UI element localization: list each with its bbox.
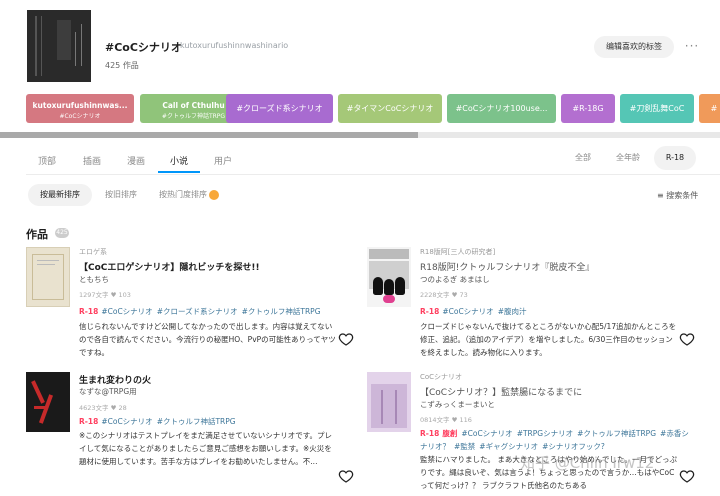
novel-stats: 1297文字 ♥ 103 [79, 291, 131, 299]
novel-tag[interactable]: #腹肉汁 [498, 307, 527, 316]
novel-tag[interactable]: #CoCシナリオ [101, 417, 152, 426]
novel-title[interactable]: 【CoCシナリオ？】監禁腸になるまでに [420, 385, 582, 398]
novel-tag[interactable]: #TRPGシナリオ [517, 429, 573, 438]
novel-stats: 0814文字 ♥ 116 [420, 416, 472, 424]
age-filter-r18[interactable]: R-18 [654, 146, 696, 170]
tag-thumbnail [27, 10, 91, 82]
novel-title[interactable]: R18版阿!クトゥルフシナリオ『脱皮不全』 [420, 260, 594, 273]
works-count: 425 作品 [105, 61, 139, 70]
tag-chip[interactable]: kutoxurufushinnwas... #CoCシナリオ [26, 94, 134, 123]
novel-tag[interactable]: #クトゥルフ神話TRPG [577, 429, 656, 438]
premium-icon [209, 189, 219, 200]
novel-series[interactable]: R18版阿[三人の研究者] [420, 247, 495, 257]
tag-chip[interactable]: #クローズド系シナリオ [226, 94, 333, 123]
novel-title[interactable]: 生まれ変わりの火 [79, 373, 151, 386]
sort-popular-label: 按热门度排序 [159, 190, 207, 199]
novel-tag[interactable]: #シナリオフック? [542, 442, 605, 451]
novel-series[interactable]: エロゲ系 [79, 247, 107, 257]
novel-tag[interactable]: #ギャグシナリオ [479, 442, 538, 451]
age-filter-all-ages[interactable]: 全年龄 [608, 146, 648, 170]
novel-author[interactable]: こずみっくまーまいと [420, 399, 495, 410]
works-section-title: 作品 [26, 228, 48, 241]
tag-chip[interactable]: #タイマンCoCシナリオ [338, 94, 442, 123]
like-heart-icon[interactable] [338, 468, 354, 484]
novel-tags: R-18 #CoCシナリオ #クローズド系シナリオ #クトゥルフ神話TRPG [79, 305, 349, 318]
novel-tag[interactable]: #クローズド系シナリオ [157, 307, 238, 316]
r18-label: R-18 [79, 307, 99, 316]
novel-tag[interactable]: #CoCシナリオ [442, 307, 493, 316]
tag-scrollbar[interactable] [0, 132, 720, 138]
edit-favorite-tags-button[interactable]: 编辑喜欢的标签 [594, 36, 674, 58]
novel-author[interactable]: つのよるぎ あまはし [420, 274, 490, 285]
sort-popular-button[interactable]: 按热门度排序 [154, 184, 224, 206]
tag-chip[interactable]: #CoCシナリオ100use... [447, 94, 556, 123]
tag-chip[interactable]: #R-18G [561, 94, 615, 123]
novel-tag[interactable]: 腹創 [442, 429, 457, 438]
nav-divider [26, 174, 720, 175]
novel-series[interactable]: CoCシナリオ [420, 372, 462, 382]
r18-label: R-18 [79, 417, 99, 426]
active-tab-indicator [158, 171, 200, 173]
novel-tag[interactable]: #CoCシナリオ [101, 307, 152, 316]
tag-romaji: kutoxurufushinnwashinario [180, 41, 289, 50]
novel-stats: 4623文字 ♥ 28 [79, 404, 127, 412]
search-conditions-button[interactable]: ≡ 搜索条件 [657, 190, 698, 201]
tag-chip[interactable]: #刀剣乱舞CoC [620, 94, 694, 123]
novel-tags: R-18 腹創 #CoCシナリオ #TRPGシナリオ #クトゥルフ神話TRPG #赤香シナ… [420, 427, 690, 453]
related-tags-row: kutoxurufushinnwas... #CoCシナリオ Call of C… [26, 94, 720, 124]
novel-description: クローズドじゃないんで抜けてるところがないか心配5/17追加かんところを修正、追… [420, 322, 677, 357]
novel-title[interactable]: 【CoCエロゲシナリオ】隠れビッチを探せ!! [79, 260, 260, 273]
novel-tags: R-18 #CoCシナリオ #腹肉汁 [420, 305, 690, 318]
tab-novel[interactable]: 小说 [170, 154, 188, 167]
sort-row: 按最新排序 按旧排序 按热门度排序 ≡ 搜索条件 [0, 184, 720, 208]
content-type-nav: 顶部 插画 漫画 小说 用户 全部 全年龄 R-18 [0, 144, 720, 175]
novel-stats: 2228文字 ♥ 73 [420, 291, 468, 299]
tab-illustration[interactable]: 插画 [83, 154, 101, 167]
tag-header: #CoCシナリオ kutoxurufushinnwashinario 425 作… [0, 0, 720, 90]
novel-description: 信じられないんですけど公開してなかったので出します。内容は覚えてないので各自で読… [79, 322, 336, 357]
like-heart-icon[interactable] [338, 331, 354, 347]
tab-manga[interactable]: 漫画 [127, 154, 145, 167]
like-heart-icon[interactable] [679, 331, 695, 347]
age-filter-all[interactable]: 全部 [565, 146, 601, 170]
works-count-badge: 425 [55, 228, 69, 238]
tag-chip[interactable]: # [699, 94, 720, 123]
tab-top[interactable]: 顶部 [38, 154, 56, 167]
r18-label: R-18 [420, 429, 440, 438]
novel-tag[interactable]: #CoCシナリオ [461, 429, 512, 438]
r18-label: R-18 [420, 307, 440, 316]
tag-scrollbar-thumb[interactable] [0, 132, 418, 138]
tab-users[interactable]: 用户 [214, 154, 232, 167]
novel-card: R18版阿[三人の研究者] R18版阿!クトゥルフシナリオ『脱皮不全』 つのよる… [367, 247, 697, 365]
sort-oldest-button[interactable]: 按旧排序 [98, 184, 144, 206]
novel-cover[interactable] [26, 247, 70, 307]
novel-card: エロゲ系 【CoCエロゲシナリオ】隠れビッチを探せ!! ともちち 1297文字 … [26, 247, 356, 365]
more-options-icon[interactable]: ··· [684, 36, 700, 58]
novel-tags: R-18 #CoCシナリオ #クトゥルフ神話TRPG [79, 415, 349, 428]
novel-author[interactable]: なずな@TRPG用 [79, 386, 137, 397]
tag-title: #CoCシナリオ [105, 41, 182, 54]
novel-author[interactable]: ともちち [79, 274, 109, 285]
sort-newest-button[interactable]: 按最新排序 [28, 184, 92, 206]
novel-tag[interactable]: #クトゥルフ神話TRPG [242, 307, 321, 316]
novel-cover[interactable] [367, 247, 411, 307]
novel-card: 生まれ変わりの火 なずな@TRPG用 4623文字 ♥ 28 R-18 #CoCシ… [26, 372, 356, 490]
novel-cover[interactable] [26, 372, 70, 432]
novel-tag[interactable]: #クトゥルフ神話TRPG [157, 417, 236, 426]
watermark-text: 知乎 @Chiin Irw12 [520, 454, 655, 472]
novel-description: ※このシナリオはテストプレイをまだ満足させていないシナリオです。プレイして気にな… [79, 431, 333, 466]
like-heart-icon[interactable] [679, 468, 695, 484]
novel-tag[interactable]: #監禁 [454, 442, 475, 451]
novel-cover[interactable] [367, 372, 411, 432]
